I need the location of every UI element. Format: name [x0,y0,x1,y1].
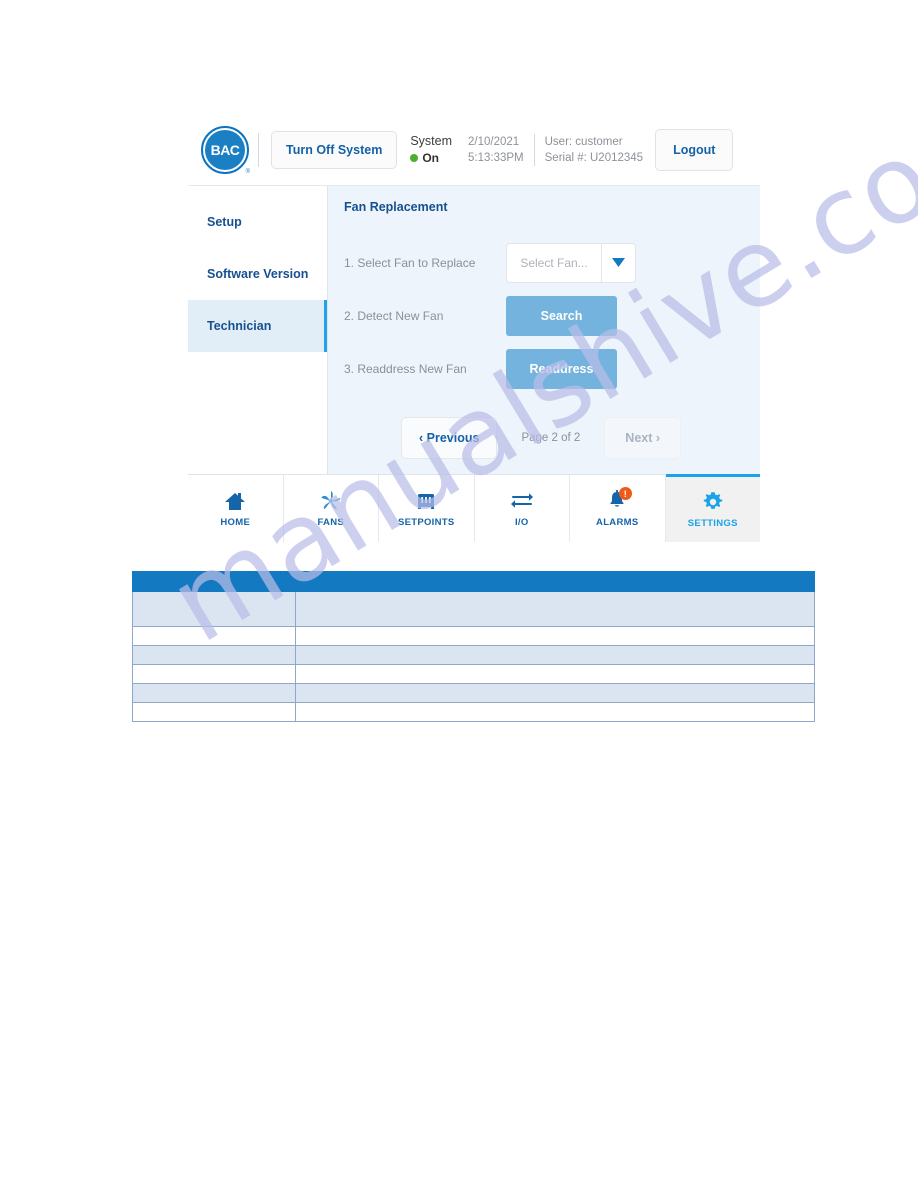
step-readdress-fan: 3. Readdress New Fan Readdress [344,342,760,395]
controller-screenshot: BAC ® Turn Off System System On 2/10/202… [188,115,760,542]
nav-label-home: HOME [220,516,251,528]
table-header-row [132,571,815,592]
page-indicator: Page 2 of 2 [521,432,581,444]
table-header-cell-2 [295,571,815,592]
nav-label-fans: FANS [317,516,345,528]
step-2-label: 2. Detect New Fan [344,308,444,323]
nav-item-fans[interactable]: FANS [284,475,379,542]
nav-item-settings[interactable]: SETTINGS [665,474,760,542]
exchange-arrows-icon [510,490,534,512]
pagination: ‹ Previous Page 2 of 2 Next › [344,417,760,459]
step-3-label: 3. Readdress New Fan [344,361,467,376]
table-cell [132,664,296,684]
table-row [132,626,815,646]
table-cell [132,591,296,627]
chevron-right-icon: › [655,431,661,445]
gear-icon [702,491,724,513]
nav-label-settings: SETTINGS [687,517,738,529]
next-page-label: Next [625,431,653,445]
sliders-icon [416,490,436,512]
nav-label-setpoints: SETPOINTS [397,516,455,528]
nav-item-setpoints[interactable]: SETPOINTS [379,475,475,542]
system-status: System On [410,133,452,166]
serial-number: Serial #: U2012345 [544,152,644,164]
table-cell [295,683,815,703]
nav-item-home[interactable]: HOME [188,475,284,542]
chevron-down-icon[interactable] [601,243,635,282]
table-row [132,664,815,684]
registered-mark-icon: ® [245,169,250,175]
table-cell [132,683,296,703]
app-header: BAC ® Turn Off System System On 2/10/202… [188,115,760,185]
current-time: 5:13:33PM [468,152,524,164]
logout-button[interactable]: Logout [655,129,734,171]
nav-label-alarms: ALARMS [596,516,639,528]
table-row [132,591,815,627]
user-info-block: User: customer Serial #: U2012345 [545,134,643,166]
alarm-badge: ! [618,487,632,500]
datetime-block: 2/10/2021 5:13:33PM [468,134,524,166]
step-detect-fan: 2. Detect New Fan Search [344,289,760,342]
app-body: Setup Software Version Technician Fan Re… [188,185,760,474]
nav-item-io[interactable]: I/O [475,475,570,542]
table-cell [295,591,815,627]
readdress-button[interactable]: Readdress [506,348,617,389]
table-cell [132,645,296,665]
sidebar-item-technician[interactable]: Technician [188,300,327,352]
nav-item-alarms[interactable]: ! ALARMS [570,475,666,542]
nav-label-io: I/O [514,516,529,528]
brand-logo: BAC ® [194,126,256,175]
search-button[interactable]: Search [506,295,617,336]
select-fan-value: Select Fan... [520,255,588,270]
table-cell [295,645,815,665]
current-date: 2/10/2021 [468,135,520,148]
turn-off-system-button[interactable]: Turn Off System [271,131,398,169]
fan-replacement-panel: Fan Replacement 1. Select Fan to Replace… [328,186,760,474]
status-dot-icon [410,154,419,163]
panel-title: Fan Replacement [344,200,448,214]
system-status-value: On [422,151,439,166]
user-name: User: customer [544,135,623,148]
document-table [132,571,815,722]
settings-sidebar: Setup Software Version Technician [188,186,328,474]
table-row [132,702,815,722]
table-cell [132,702,296,722]
table-cell [295,702,815,722]
chevron-left-icon: ‹ [419,431,424,445]
table-cell [295,626,815,646]
table-cell [295,664,815,684]
home-icon [224,490,246,512]
bottom-navigation: HOME FANS SETPOINTS I/O ! ALARMS SETTING… [188,474,760,542]
table-header-cell-1 [132,571,296,592]
step-select-fan: 1. Select Fan to Replace Select Fan... [344,236,760,289]
header-divider [258,133,259,167]
table-row [132,645,815,665]
system-status-label: System [410,134,452,149]
fan-icon [320,490,342,512]
sidebar-item-software-version[interactable]: Software Version [188,248,327,300]
table-row [132,683,815,703]
select-fan-dropdown[interactable]: Select Fan... [506,242,636,283]
brand-logo-text: BAC [210,142,240,158]
previous-page-label: Previous [426,431,480,445]
sidebar-item-setup[interactable]: Setup [188,196,327,248]
meta-divider [533,134,535,166]
table-cell [132,626,296,646]
previous-page-button[interactable]: ‹ Previous [401,417,498,459]
step-1-label: 1. Select Fan to Replace [344,255,476,270]
next-page-button[interactable]: Next › [604,417,682,459]
